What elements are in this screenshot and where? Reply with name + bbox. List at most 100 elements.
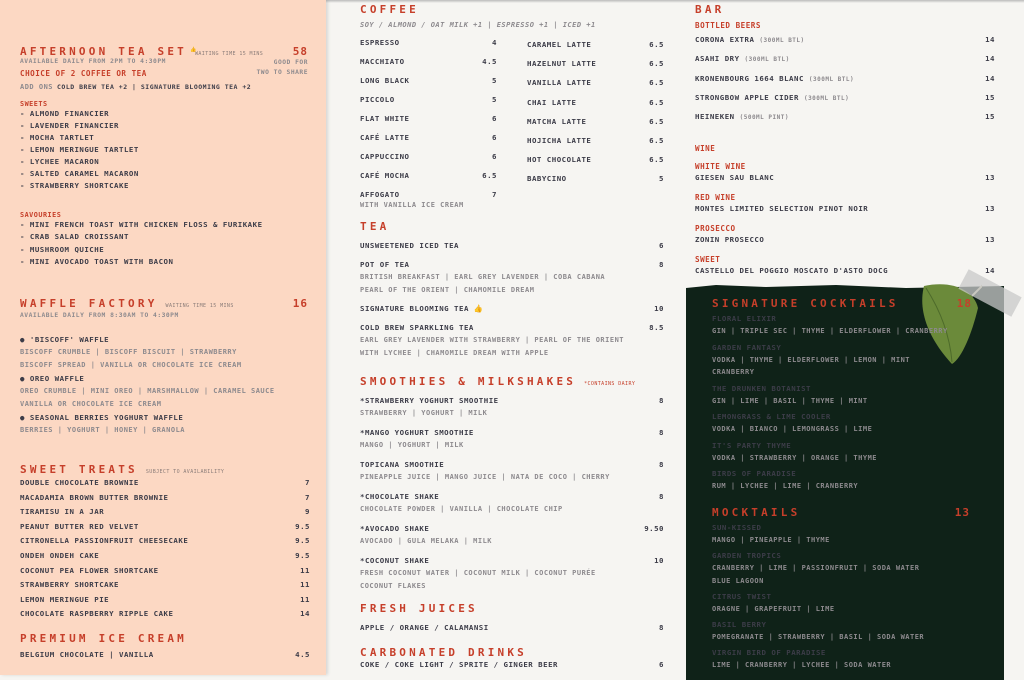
- menu-item[interactable]: HEINEKEN (500ML PINT) 15: [695, 111, 995, 123]
- menu-item[interactable]: ● OREO WAFFLE: [20, 372, 308, 385]
- menu-item[interactable]: LEMONGRASS & LIME COOLER: [712, 411, 972, 423]
- menu-item[interactable]: CASTELLO DEL POGGIO MOSCATO D'ASTO DOCG 1…: [695, 265, 995, 277]
- addons: COLD BREW TEA +2 | SIGNATURE BLOOMING TE…: [57, 83, 252, 91]
- menu-item[interactable]: - MOCHA TARTLET: [20, 132, 308, 144]
- item-price: 15: [985, 92, 995, 102]
- menu-item[interactable]: CARAMEL LATTE 6.5: [527, 39, 664, 51]
- item-description: STRAWBERRY | YOGHURT | MILK: [360, 409, 488, 417]
- menu-item[interactable]: MONTES LIMITED SELECTION PINOT NOIR 13: [695, 203, 995, 215]
- menu-item[interactable]: DOUBLE CHOCOLATE BROWNIE 7: [20, 476, 310, 491]
- menu-item[interactable]: ● SEASONAL BERRIES YOGHURT WAFFLE: [20, 411, 308, 424]
- menu-item[interactable]: MACCHIATO 4.5: [360, 56, 497, 68]
- menu-item[interactable]: BELGIUM CHOCOLATE | VANILLA 4.5: [20, 649, 310, 661]
- menu-item[interactable]: BASIL BERRY: [712, 619, 970, 631]
- menu-item[interactable]: COCONUT PEA FLOWER SHORTCAKE 11: [20, 564, 310, 579]
- menu-item[interactable]: CAFÉ MOCHA 6.5: [360, 170, 497, 182]
- menu-item[interactable]: BABYCINO 5: [527, 173, 664, 185]
- menu-item[interactable]: UNSWEETENED ICED TEA 6: [360, 240, 664, 252]
- menu-item[interactable]: COKE / COKE LIGHT / SPRITE / GINGER BEER…: [360, 659, 664, 671]
- menu-item[interactable]: PEANUT BUTTER RED VELVET 9.5: [20, 520, 310, 535]
- item-name: PEANUT BUTTER RED VELVET: [20, 521, 139, 531]
- menu-item[interactable]: IT'S PARTY THYME: [712, 440, 972, 452]
- menu-item[interactable]: - LYCHEE MACARON: [20, 156, 308, 168]
- menu-item[interactable]: THE DRUNKEN BOTANIST: [712, 383, 972, 395]
- menu-item[interactable]: CORONA EXTRA (300ML BTL) 14: [695, 34, 995, 46]
- menu-item[interactable]: CITRUS TWIST: [712, 591, 970, 603]
- menu-item[interactable]: ONDEH ONDEH CAKE 9.5: [20, 549, 310, 564]
- menu-item[interactable]: KRONENBOURG 1664 BLANC (300ML BTL) 14: [695, 73, 995, 85]
- menu-item[interactable]: - LAVENDER FINANCIER: [20, 120, 308, 132]
- menu-item[interactable]: - ALMOND FINANCIER: [20, 108, 308, 120]
- item-name: ESPRESSO: [360, 38, 400, 47]
- menu-item[interactable]: STRONGBOW APPLE CIDER (300ML BTL) 15: [695, 92, 995, 104]
- menu-item[interactable]: *CHOCOLATE SHAKE 8: [360, 491, 664, 503]
- section-title: BAR: [695, 3, 725, 16]
- menu-item[interactable]: VIRGIN BIRD OF PARADISE: [712, 647, 970, 659]
- menu-item[interactable]: CAFÉ LATTE 6: [360, 132, 497, 144]
- item-price: 8: [659, 460, 664, 469]
- menu-item[interactable]: APPLE / ORANGE / CALAMANSI 8: [360, 622, 664, 634]
- item-name: - SALTED CARAMEL MACARON: [20, 169, 139, 178]
- item-name: BABYCINO: [527, 174, 567, 184]
- menu-item[interactable]: HAZELNUT LATTE 6.5: [527, 58, 664, 70]
- menu-item[interactable]: *AVOCADO SHAKE 9.50: [360, 523, 664, 535]
- menu-item[interactable]: ZONIN PROSECCO 13: [695, 234, 995, 246]
- menu-item[interactable]: - CRAB SALAD CROISSANT: [20, 231, 308, 243]
- item-name: BIRDS OF PARADISE: [712, 469, 797, 478]
- menu-item[interactable]: VANILLA LATTE 6.5: [527, 77, 664, 89]
- menu-item[interactable]: POT OF TEA 8: [360, 259, 664, 271]
- menu-item[interactable]: - LEMON MERINGUE TARTLET: [20, 144, 308, 156]
- menu-item[interactable]: CHOCOLATE RASPBERRY RIPPLE CAKE 14: [20, 607, 310, 622]
- menu-item[interactable]: - SALTED CARAMEL MACARON: [20, 168, 308, 180]
- menu-item[interactable]: ASAHI DRY (300ML BTL) 14: [695, 53, 995, 65]
- menu-item[interactable]: STRAWBERRY SHORTCAKE 11: [20, 578, 310, 593]
- menu-item[interactable]: BIRDS OF PARADISE: [712, 468, 972, 480]
- menu-item[interactable]: COLD BREW SPARKLING TEA 8.5: [360, 322, 664, 334]
- item-name: CAFÉ LATTE: [360, 133, 410, 142]
- menu-item[interactable]: CHAI LATTE 6.5: [527, 97, 664, 109]
- menu-item[interactable]: HOJICHA LATTE 6.5: [527, 135, 664, 147]
- menu-item[interactable]: *MANGO YOGHURT SMOOTHIE 8: [360, 427, 664, 439]
- menu-item[interactable]: LONG BLACK 5: [360, 75, 497, 87]
- menu-item[interactable]: TOPICANA SMOOTHIE 8: [360, 459, 664, 471]
- item-name: - LAVENDER FINANCIER: [20, 121, 119, 130]
- menu-item[interactable]: *STRAWBERRY YOGHURT SMOOTHIE 8: [360, 395, 664, 407]
- menu-item[interactable]: - MINI FRENCH TOAST WITH CHICKEN FLOSS &…: [20, 219, 308, 231]
- wine-label: WINE: [695, 144, 716, 154]
- menu-item[interactable]: SUN-KISSED: [712, 522, 970, 534]
- menu-item[interactable]: MACADAMIA BROWN BUTTER BROWNIE 7: [20, 491, 310, 506]
- menu-item[interactable]: HOT CHOCOLATE 6.5: [527, 154, 664, 166]
- menu-item[interactable]: *COCONUT SHAKE 10: [360, 555, 664, 567]
- section-note: WAITING TIME 15 MINS: [194, 51, 264, 57]
- menu-item[interactable]: GARDEN TROPICS: [712, 550, 970, 562]
- menu-item[interactable]: MATCHA LATTE 6.5: [527, 116, 664, 128]
- waffle-section: WAFFLE FACTORY WAITING TIME 15 MINS 16 AVAI…: [20, 297, 308, 438]
- item-name: AFFOGATO: [360, 190, 400, 199]
- menu-item[interactable]: AFFOGATO 7: [360, 189, 497, 201]
- menu-item[interactable]: LEMON MERINGUE PIE 11: [20, 593, 310, 608]
- menu-item[interactable]: ESPRESSO 4: [360, 37, 497, 49]
- menu-item[interactable]: - MUSHROOM QUICHE: [20, 244, 308, 256]
- menu-item[interactable]: PICCOLO 5: [360, 94, 497, 106]
- menu-item[interactable]: - STRAWBERRY SHORTCAKE: [20, 180, 308, 192]
- item-price: 15: [985, 112, 995, 122]
- menu-item[interactable]: ● 'BISCOFF' WAFFLE: [20, 333, 308, 346]
- item-description: PEARL OF THE ORIENT | CHAMOMILE DREAM: [360, 285, 535, 294]
- menu-item[interactable]: GARDEN FANTASY: [712, 342, 972, 354]
- item-name: HAZELNUT LATTE: [527, 59, 597, 69]
- section-title: AFTERNOON TEA SET: [20, 45, 187, 58]
- item-description: COCONUT FLAKES: [360, 582, 427, 590]
- menu-item[interactable]: FLAT WHITE 6: [360, 113, 497, 125]
- menu-item[interactable]: CAPPUCCINO 6: [360, 151, 497, 163]
- menu-item[interactable]: GIESEN SAU BLANC 13: [695, 172, 995, 184]
- item-price: 11: [300, 580, 310, 590]
- menu-item[interactable]: TIRAMISU IN A JAR 9: [20, 505, 310, 520]
- menu-item[interactable]: FLORAL ELIXIR: [712, 313, 972, 325]
- menu-item[interactable]: CITRONELLA PASSIONFRUIT CHEESECAKE 9.5: [20, 534, 310, 549]
- menu-item[interactable]: SIGNATURE BLOOMING TEA 👍 10: [360, 303, 664, 315]
- item-description: BERRIES | YOGHURT | HONEY | GRANOLA: [20, 426, 186, 434]
- menu-item[interactable]: - MINI AVOCADO TOAST WITH BACON: [20, 256, 308, 268]
